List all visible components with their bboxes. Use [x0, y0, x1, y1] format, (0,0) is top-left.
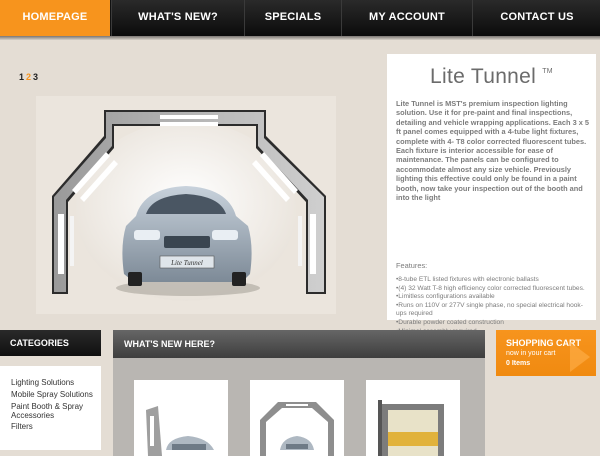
- categories-list: Lighting Solutions Mobile Spray Solution…: [0, 366, 101, 450]
- feature-item: •(4) 32 Watt T-8 high efficiency color c…: [396, 284, 585, 292]
- nav-shadow: [0, 36, 600, 40]
- feature-item: •Limitless configurations available: [396, 293, 495, 301]
- product-title-text: Lite Tunnel: [430, 65, 537, 88]
- feature-item: •8-tube ETL listed fixtures with electro…: [396, 276, 539, 283]
- category-mobile-spray-solutions[interactable]: Mobile Spray Solutions: [11, 390, 93, 399]
- nav-homepage[interactable]: HOMEPAGE: [0, 0, 110, 36]
- thumbnail-lite-tunnel-image: [260, 402, 334, 456]
- nav-whats-new[interactable]: WHAT'S NEW?: [111, 0, 244, 36]
- nav-my-account[interactable]: MY ACCOUNT: [341, 0, 472, 36]
- hero-lite-tunnel-image: Lite Tunnel: [36, 96, 336, 314]
- feature-item: •Runs on 110V or 277V single phase, no s…: [396, 301, 583, 318]
- thumbnail-paint-booth-image: [378, 400, 444, 456]
- category-filters[interactable]: Filters: [11, 422, 33, 431]
- nav-specials[interactable]: SPECIALS: [244, 0, 341, 36]
- shopping-cart[interactable]: SHOPPING CART now in your cart 0 Items: [496, 330, 596, 376]
- product-thumbnail[interactable]: [366, 380, 460, 456]
- product-thumbnail[interactable]: [250, 380, 344, 456]
- hero-license-plate: Lite Tunnel: [170, 259, 203, 267]
- thumbnail-lite-tunnel-panel-image: [146, 406, 214, 456]
- pager-page-2[interactable]: 2: [26, 72, 31, 82]
- product-thumbnail[interactable]: [134, 380, 228, 456]
- whats-new-section: [113, 358, 485, 456]
- product-description: Lite Tunnel is MST's premium inspection …: [396, 99, 590, 203]
- features-heading: Features:: [396, 261, 428, 270]
- categories-heading: CATEGORIES: [0, 330, 101, 356]
- product-info-panel: Lite Tunnel TM Lite Tunnel is MST's prem…: [387, 54, 596, 335]
- cart-count: 0 Items: [506, 360, 531, 367]
- pager-page-1[interactable]: 1: [19, 72, 24, 82]
- product-title: Lite Tunnel TM: [387, 65, 596, 89]
- cart-arrow-icon: [570, 342, 590, 372]
- category-lighting-solutions[interactable]: Lighting Solutions: [11, 378, 74, 387]
- features-list: •8-tube ETL listed fixtures with electro…: [396, 276, 592, 336]
- trademark-symbol: TM: [542, 68, 553, 75]
- cart-subtitle: now in your cart: [506, 350, 556, 357]
- category-paint-booth-spray-accessories[interactable]: Paint Booth & Spray Accessories: [11, 402, 97, 420]
- nav-contact-us[interactable]: CONTACT US: [472, 0, 600, 36]
- slideshow-pager: 123: [19, 72, 40, 82]
- whats-new-heading: WHAT'S NEW HERE?: [113, 330, 485, 358]
- feature-item: •Durable powder coated construction: [396, 318, 504, 326]
- pager-page-3[interactable]: 3: [33, 72, 38, 82]
- main-nav: HOMEPAGE WHAT'S NEW? SPECIALS MY ACCOUNT…: [0, 0, 600, 36]
